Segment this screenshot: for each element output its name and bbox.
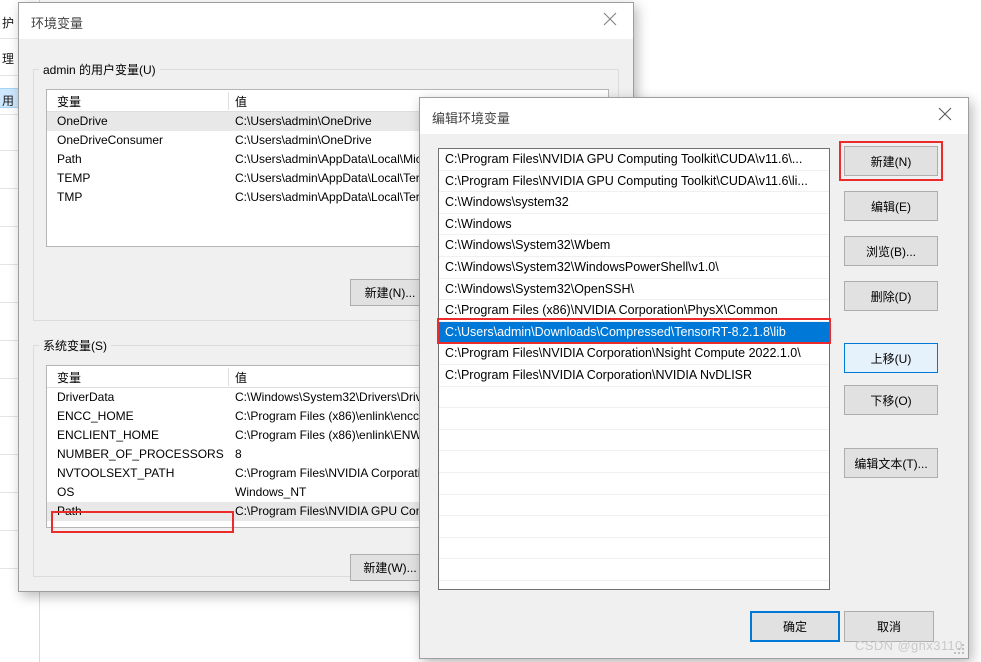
column-separator[interactable] [228,368,229,386]
variable-value-cell: C:\Program Files\NVIDIA Corporati [235,466,421,480]
variable-name-cell: OneDrive [57,114,108,128]
path-list-item[interactable]: C:\Users\admin\Downloads\Compressed\Tens… [439,321,829,344]
watermark: CSDN @ghx3110 [855,638,963,653]
user-variables-group-label: admin 的用户变量(U) [39,61,160,78]
variable-value-cell: C:\Users\admin\AppData\Local\Mic [235,152,422,166]
bg-text-fragment-1: 护 [2,16,15,30]
path-list-item[interactable]: C:\Windows\System32\Wbem [439,235,829,257]
variable-name-cell: NVTOOLSEXT_PATH [57,466,175,480]
path-entries-list[interactable]: C:\Program Files\NVIDIA GPU Computing To… [438,148,830,590]
variable-value-cell: C:\Program Files\NVIDIA GPU Com [235,504,426,518]
path-list-item[interactable]: C:\Windows\System32\OpenSSH\ [439,279,829,301]
path-list-empty-row[interactable] [439,538,829,560]
variable-value-cell: 8 [235,447,242,461]
variable-name-cell: TEMP [57,171,91,185]
path-list-item[interactable]: C:\Program Files\NVIDIA Corporation\Nsig… [439,343,829,365]
variable-name-cell: TMP [57,190,83,204]
edit-environment-variable-dialog[interactable]: 编辑环境变量 C:\Program Files\NVIDIA GPU Compu… [419,97,969,659]
bg-text-fragment-3: 用 [2,94,15,108]
variable-name-cell: Path [57,152,82,166]
variable-name-cell: ENCLIENT_HOME [57,428,160,442]
path-list-empty-row[interactable] [439,559,829,581]
user-col-variable: 变量 [57,95,82,109]
variable-value-cell: C:\Program Files (x86)\enlink\ENWA [235,428,430,442]
close-icon[interactable] [587,3,633,33]
variable-value-cell: C:\Users\admin\AppData\Local\Ter [235,171,420,185]
delete-path-button[interactable]: 删除(D) [844,281,938,311]
new-path-button[interactable]: 新建(N) [844,146,938,176]
variable-name-cell: Path [57,504,82,518]
variable-value-cell: Windows_NT [235,485,307,499]
variable-value-cell: C:\Users\admin\AppData\Local\Ter [235,190,420,204]
path-list-item[interactable]: C:\Program Files\NVIDIA GPU Computing To… [439,171,829,193]
path-list-empty-row[interactable] [439,473,829,495]
path-list-empty-row[interactable] [439,430,829,452]
browse-path-button[interactable]: 浏览(B)... [844,236,938,266]
path-list-item[interactable]: C:\Windows\system32 [439,192,829,214]
bg-text-fragment-2: 理 [2,52,15,66]
close-icon-glyph [603,12,617,26]
path-list-item[interactable]: C:\Program Files\NVIDIA Corporation\NVID… [439,365,829,387]
path-list-empty-row[interactable] [439,495,829,517]
path-list-item[interactable]: C:\Program Files\NVIDIA GPU Computing To… [439,149,829,171]
path-list-empty-row[interactable] [439,408,829,430]
move-up-button[interactable]: 上移(U) [844,343,938,373]
system-col-variable: 变量 [57,371,82,385]
variable-value-cell: C:\Users\admin\OneDrive [235,133,372,147]
system-variables-group-label: 系统变量(S) [39,337,111,354]
column-separator[interactable] [228,92,229,110]
env-dialog-title: 环境变量 [31,16,84,31]
resize-grip-icon[interactable] [954,644,966,656]
system-col-value: 值 [235,371,248,385]
move-down-button[interactable]: 下移(O) [844,385,938,415]
system-new-button[interactable]: 新建(W)... [350,554,430,581]
close-icon-glyph [938,107,952,121]
edit-dialog-titlebar[interactable]: 编辑环境变量 [420,98,968,134]
variable-value-cell: C:\Users\admin\OneDrive [235,114,372,128]
path-list-item[interactable]: C:\Windows\System32\WindowsPowerShell\v1… [439,257,829,279]
close-icon[interactable] [922,98,968,128]
variable-value-cell: C:\Program Files (x86)\enlink\encc\ [235,409,423,423]
variable-name-cell: NUMBER_OF_PROCESSORS [57,447,224,461]
edit-text-button[interactable]: 编辑文本(T)... [844,448,938,478]
ok-button[interactable]: 确定 [750,611,840,642]
path-list-empty-row[interactable] [439,387,829,409]
path-list-empty-row[interactable] [439,516,829,538]
env-dialog-titlebar[interactable]: 环境变量 [19,3,633,39]
variable-name-cell: OneDriveConsumer [57,133,164,147]
path-list-item[interactable]: C:\Program Files (x86)\NVIDIA Corporatio… [439,300,829,322]
edit-path-button[interactable]: 编辑(E) [844,191,938,221]
variable-name-cell: OS [57,485,75,499]
variable-value-cell: C:\Windows\System32\Drivers\Driv [235,390,422,404]
variable-name-cell: DriverData [57,390,115,404]
path-list-item[interactable]: C:\Windows [439,214,829,236]
user-col-value: 值 [235,95,248,109]
variable-name-cell: ENCC_HOME [57,409,134,423]
path-list-empty-row[interactable] [439,451,829,473]
screen: 护 理 用 环境变量 admin 的用户变量(U) 变量 值 OneDrive C… [0,0,981,662]
edit-dialog-title: 编辑环境变量 [432,111,511,126]
user-new-button[interactable]: 新建(N)... [350,279,430,306]
